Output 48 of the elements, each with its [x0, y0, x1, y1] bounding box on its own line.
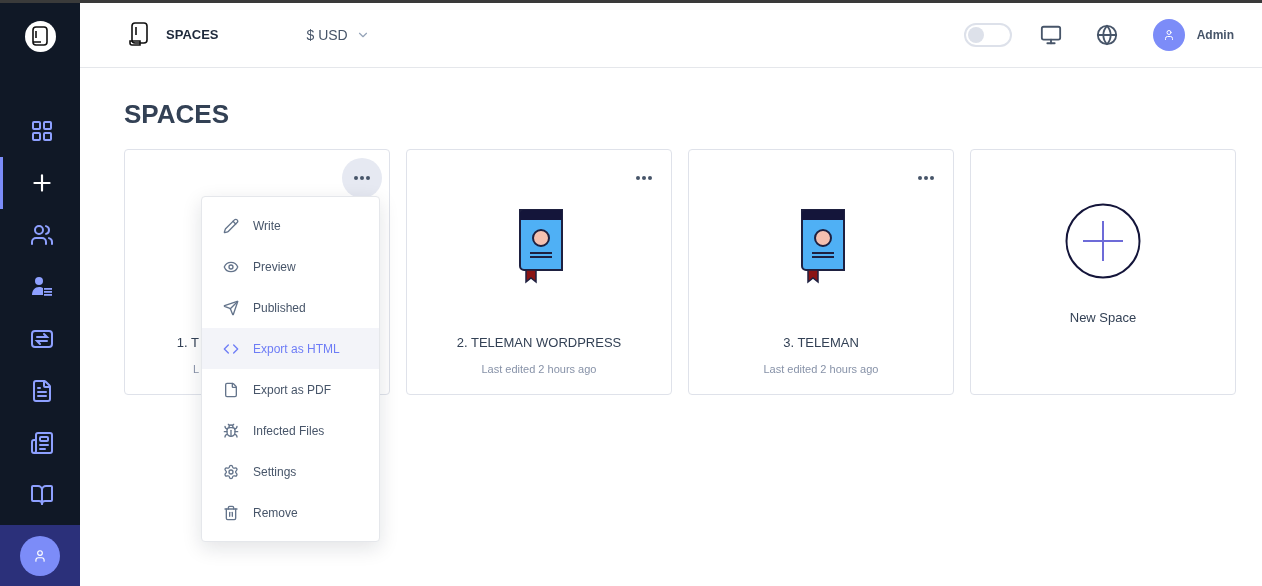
monitor-icon[interactable] [1039, 24, 1062, 46]
card-title: 2. TELEMAN WORDPRESS [456, 334, 622, 352]
pencil-icon [223, 217, 239, 234]
space-card[interactable]: 2. TELEMAN WORDPRESS Last edited 2 hours ago [406, 149, 672, 395]
pdf-file-icon [223, 381, 239, 398]
newspaper-icon [29, 431, 54, 455]
more-icon [354, 176, 370, 180]
logo-icon [30, 25, 50, 48]
globe-icon[interactable] [1095, 24, 1118, 46]
card-subtitle: Last edited 2 hours ago [481, 361, 597, 377]
send-icon [223, 299, 239, 316]
user-avatar[interactable] [1152, 19, 1185, 51]
more-button[interactable] [342, 158, 382, 198]
currency-dropdown[interactable]: $ USD [306, 24, 370, 46]
toggle-knob [967, 27, 984, 43]
user-avatar[interactable] [20, 535, 60, 576]
user-icon [1162, 29, 1175, 41]
header-title: SPACES [166, 26, 219, 45]
card-subtitle: L [192, 361, 199, 377]
more-icon [636, 176, 652, 180]
space-card[interactable]: 3. TELEMAN Last edited 2 hours ago [688, 149, 954, 395]
add-icon [1065, 203, 1141, 279]
user-list-icon [29, 275, 54, 299]
trash-icon [223, 504, 239, 521]
book-icon [29, 483, 54, 507]
dashboard-icon [29, 119, 54, 143]
logo-icon [128, 22, 150, 48]
menu-item[interactable]: Export as PDF [202, 369, 379, 410]
new-space-card[interactable]: New Space [970, 149, 1236, 395]
card-title: 1. T [176, 334, 199, 352]
more-icon [918, 176, 934, 180]
card-title: New Space [1069, 309, 1137, 327]
swap-icon [29, 327, 54, 351]
app-logo[interactable] [24, 21, 56, 52]
card-title: 3. TELEMAN [783, 334, 859, 352]
menu-item[interactable]: Write [202, 205, 379, 246]
menu-item[interactable]: Preview [202, 246, 379, 287]
theme-toggle[interactable] [963, 23, 1012, 47]
page-title: SPACES [124, 101, 230, 127]
menu-item[interactable]: Remove [202, 492, 379, 533]
user-name[interactable]: Admin [1196, 26, 1234, 44]
card-subtitle: Last edited 2 hours ago [763, 361, 879, 377]
user-icon [33, 548, 47, 563]
users-icon [29, 223, 54, 247]
menu-item[interactable]: Infected Files [202, 410, 379, 451]
menu-item[interactable]: Settings [202, 451, 379, 492]
settings-icon [223, 463, 239, 480]
menu-item[interactable]: Published [202, 287, 379, 328]
